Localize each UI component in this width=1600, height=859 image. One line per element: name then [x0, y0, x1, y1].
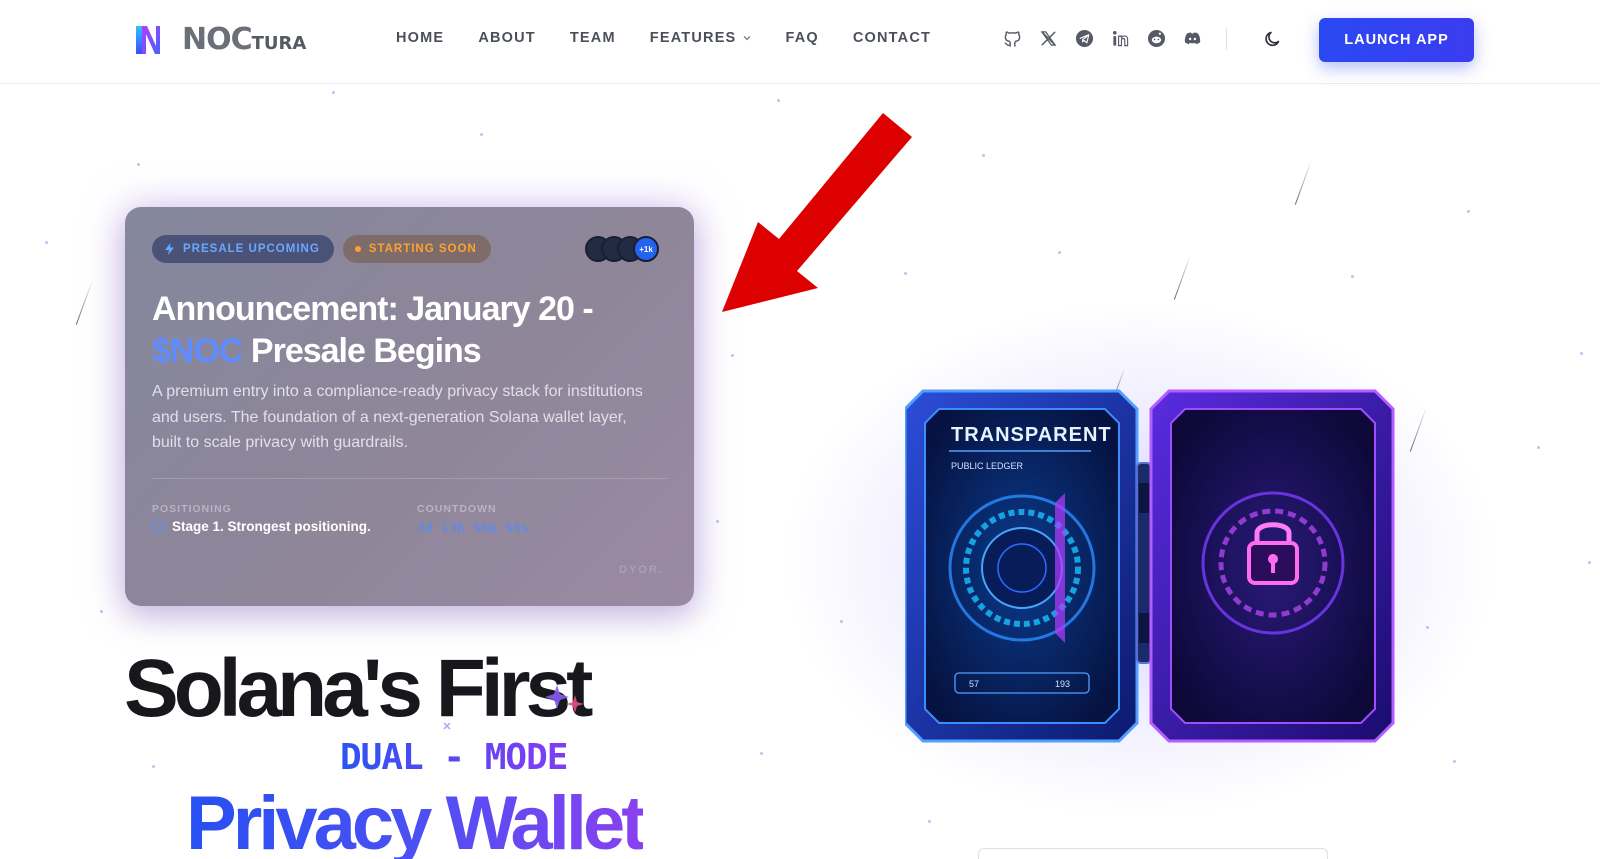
starting-soon-badge: STARTING SOON	[342, 235, 491, 263]
announcement-title-part2: Presale Begins	[250, 332, 482, 370]
particle	[480, 133, 483, 136]
presale-upcoming-label: PRESALE UPCOMING	[183, 243, 320, 255]
particle	[1467, 210, 1470, 213]
countdown-timer: 3d 13h 56m 50s	[417, 520, 530, 535]
moon-icon[interactable]	[1263, 29, 1283, 49]
nav-home[interactable]: HOME	[396, 30, 444, 46]
particle-streak	[1173, 254, 1192, 300]
particle	[1580, 352, 1583, 355]
x-icon[interactable]	[1039, 29, 1058, 48]
shield-icon	[152, 520, 164, 533]
countdown-label: COUNTDOWN	[417, 503, 497, 515]
github-icon[interactable]	[1003, 29, 1022, 48]
card-badges: PRESALE UPCOMING STARTING SOON	[152, 235, 491, 263]
announcement-title: Announcement: January 20 - $NOC Presale …	[152, 288, 672, 372]
dyor-note: DYOR.	[619, 564, 664, 576]
avatar-count-badge: +1k	[633, 236, 659, 262]
positioning-label: POSITIONING	[152, 503, 232, 515]
presale-announcement-card: PRESALE UPCOMING STARTING SOON +1k Annou…	[125, 207, 694, 606]
lightning-icon	[165, 243, 174, 255]
status-dot-icon	[354, 246, 361, 252]
particle-streak	[75, 279, 94, 325]
announcement-description: A premium entry into a compliance-ready …	[152, 383, 643, 451]
hero-bottom-panel	[978, 848, 1328, 859]
particle	[137, 163, 140, 166]
particle	[332, 91, 335, 94]
particle	[100, 610, 103, 613]
card-divider	[152, 478, 667, 479]
presale-upcoming-badge: PRESALE UPCOMING	[152, 235, 334, 263]
readout-left: 57	[969, 679, 979, 689]
panel-title: TRANSPARENT	[951, 424, 1112, 446]
token-ticker: $NOC	[152, 332, 243, 370]
particle	[716, 520, 719, 523]
dual-mode-wallet-illustration: TRANSPARENT PUBLIC LEDGER 57 193	[905, 389, 1395, 743]
particle	[1537, 446, 1540, 449]
chevron-down-icon	[743, 36, 751, 41]
brand-logo[interactable]: NOC TURA	[134, 20, 306, 58]
participant-avatars: +1k	[585, 236, 659, 262]
hero-heading-line3: Privacy Wallet	[186, 786, 647, 859]
launch-app-button[interactable]: LAUNCH APP	[1319, 18, 1474, 62]
telegram-icon[interactable]	[1075, 29, 1094, 48]
annotation-arrow-icon	[722, 113, 912, 312]
nav-about[interactable]: ABOUT	[478, 30, 536, 46]
hero-heading-line1: Solana's First	[124, 643, 593, 734]
particle	[1453, 760, 1456, 763]
linkedin-icon[interactable]	[1111, 29, 1130, 48]
nav-contact[interactable]: CONTACT	[853, 30, 931, 46]
logo-wordmark: NOC TURA	[182, 22, 306, 57]
social-links	[1003, 29, 1202, 48]
readout-right: 193	[1055, 679, 1070, 689]
particle	[982, 154, 985, 157]
particle	[760, 752, 763, 755]
panel-subtitle: PUBLIC LEDGER	[951, 461, 1024, 471]
nav-features[interactable]: FEATURES	[650, 30, 752, 46]
reddit-icon[interactable]	[1147, 29, 1166, 48]
nav-features-label: FEATURES	[649, 30, 737, 46]
header-divider	[1226, 28, 1227, 50]
positioning-text: Stage 1. Strongest positioning.	[172, 519, 371, 534]
particle	[1351, 275, 1354, 278]
nav-faq[interactable]: FAQ	[785, 30, 818, 46]
particle	[928, 820, 931, 823]
particle-streak	[1294, 159, 1313, 205]
particle	[1588, 561, 1591, 564]
logo-mark-icon	[136, 26, 160, 54]
announcement-title-part1: Announcement: January 20 -	[152, 290, 594, 328]
hero-heading-line2: DUAL - MODE	[340, 737, 568, 778]
main-nav: HOME ABOUT TEAM FEATURES FAQ CONTACT	[396, 30, 965, 46]
particle	[1058, 251, 1061, 254]
particle	[777, 99, 780, 102]
sparkle-icon	[545, 685, 584, 713]
site-header: NOC TURA HOME ABOUT TEAM FEATURES FAQ CO…	[0, 0, 1600, 84]
particle	[731, 354, 734, 357]
starting-soon-label: STARTING SOON	[368, 243, 477, 255]
logo-text-main: NOC	[182, 21, 253, 57]
particle	[152, 765, 155, 768]
discord-icon[interactable]	[1183, 29, 1202, 48]
nav-team[interactable]: TEAM	[570, 30, 616, 46]
particle	[45, 241, 48, 244]
sparkle-small-icon	[443, 722, 451, 730]
logo-text-small: TURA	[251, 32, 307, 54]
positioning-value: Stage 1. Strongest positioning.	[152, 519, 371, 534]
